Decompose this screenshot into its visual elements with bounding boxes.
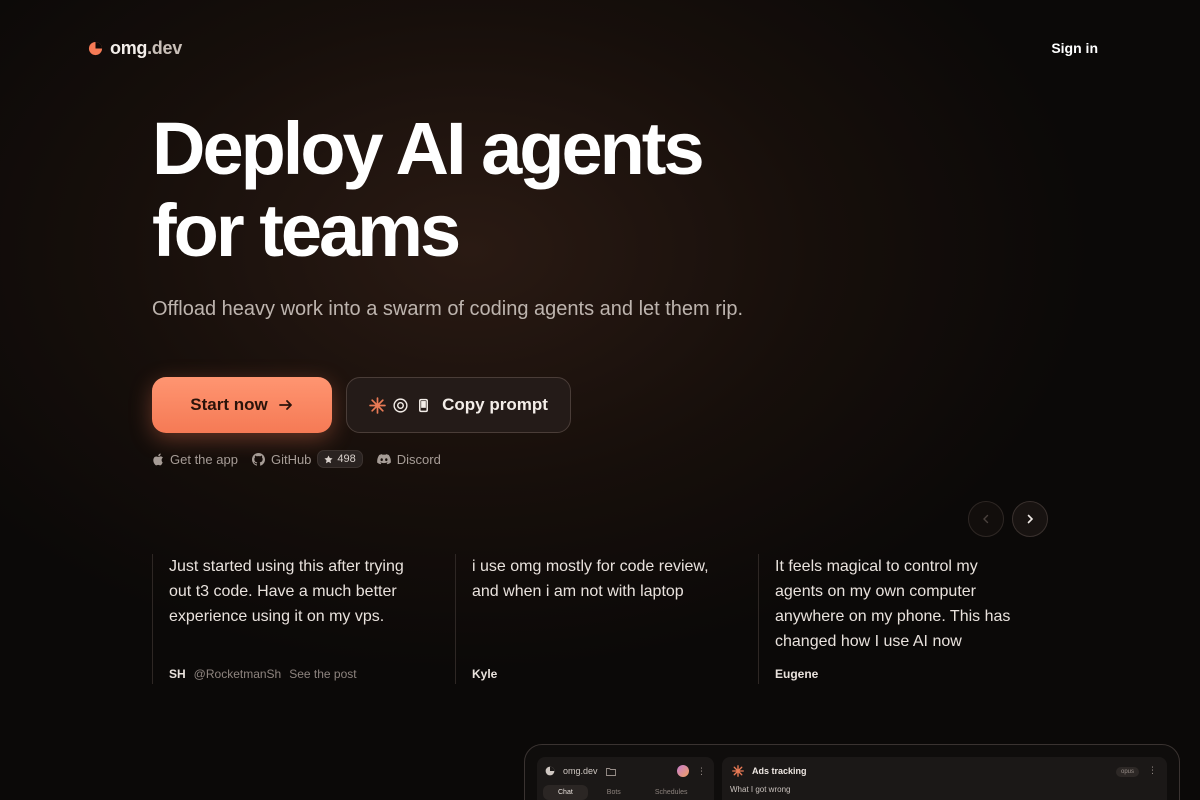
testimonial-card: It feels magical to control my agents on… (758, 554, 1061, 684)
chevron-right-icon (1027, 514, 1034, 524)
author-name: Kyle (472, 667, 498, 681)
testimonial-quote: Just started using this after trying out… (169, 558, 404, 625)
more-icon[interactable]: ⋮ (1148, 765, 1157, 776)
get-app-link[interactable]: Get the app (152, 452, 238, 467)
testimonial-card: i use omg mostly for code review, and wh… (455, 554, 758, 684)
testimonial-quote: It feels magical to control my agents on… (775, 558, 1011, 650)
tab-chat[interactable]: Chat (543, 785, 588, 800)
preview-chat: Ads tracking opus ⋮ What I got wrong (722, 757, 1167, 800)
discord-label: Discord (396, 451, 441, 467)
copy-prompt-button[interactable]: Copy prompt (346, 377, 571, 433)
preview-chat-title: Ads tracking (752, 766, 807, 776)
github-stars-badge: 498 (317, 450, 363, 468)
preview-tabs: Chat Bots Schedules (543, 785, 703, 800)
avatar[interactable] (677, 765, 689, 777)
cursor-icon (419, 398, 429, 412)
carousel-next-button[interactable] (1012, 501, 1048, 537)
author-name: Eugene (775, 667, 819, 681)
claude-icon (369, 396, 386, 414)
testimonials: Just started using this after trying out… (152, 554, 1061, 684)
discord-icon (376, 453, 391, 464)
apple-icon (153, 453, 163, 465)
hero-subtitle: Offload heavy work into a swarm of codin… (152, 298, 744, 320)
tab-bots[interactable]: Bots (592, 785, 636, 800)
folder-icon[interactable] (605, 767, 616, 776)
tab-schedules[interactable]: Schedules (640, 785, 703, 800)
github-link[interactable]: GitHub 498 (251, 450, 363, 468)
preview-app-name: omg.dev (563, 766, 598, 776)
discord-link[interactable]: Discord (376, 451, 441, 467)
testimonial-quote: i use omg mostly for code review, and wh… (472, 558, 709, 600)
more-icon[interactable]: ⋮ (697, 766, 706, 777)
secondary-links: Get the app GitHub 498 Discord (152, 450, 441, 468)
preview-sidebar-header: omg.dev ⋮ (545, 765, 706, 777)
copy-prompt-label: Copy prompt (442, 395, 548, 414)
logo-text-main: omg (110, 37, 148, 58)
hero-title-line2: for teams (152, 189, 461, 272)
testimonial-author: Kyle (472, 667, 497, 681)
preview-message: What I got wrong (730, 785, 791, 794)
author-initials: SH (169, 667, 186, 681)
github-icon (251, 452, 265, 466)
testimonial-author: SH @RocketmanSh See the post (169, 667, 357, 681)
hero-title-line1: Deploy AI agents (152, 107, 705, 190)
openai-icon (393, 397, 408, 413)
logo-icon (545, 766, 555, 776)
github-stars-count: 498 (337, 453, 356, 465)
logo-icon (88, 41, 103, 55)
star-icon (324, 454, 333, 463)
start-now-label: Start now (190, 395, 268, 414)
logo-text-suffix: .dev (147, 37, 182, 58)
claude-icon (732, 765, 744, 777)
top-nav: omg.dev Sign in (88, 36, 1098, 60)
preview-sidebar: omg.dev ⋮ Chat Bots Schedules (537, 757, 714, 800)
carousel-prev-button[interactable] (968, 501, 1004, 537)
see-post-link[interactable]: See the post (289, 667, 356, 681)
author-handle: @RocketmanSh (193, 667, 282, 681)
start-now-button[interactable]: Start now (152, 377, 332, 433)
sign-in-link[interactable]: Sign in (1051, 40, 1098, 56)
app-preview: omg.dev ⋮ Chat Bots Schedules Ads tracki… (524, 744, 1180, 800)
testimonial-author: Eugene (775, 667, 818, 681)
logo-text: omg.dev (110, 38, 182, 59)
preview-chat-header: Ads tracking (732, 765, 1157, 777)
chevron-left-icon (983, 514, 989, 524)
testimonial-card: Just started using this after trying out… (152, 554, 455, 684)
logo[interactable]: omg.dev (88, 38, 182, 59)
hero-title: Deploy AI agents for teams (152, 108, 852, 272)
get-app-label: Get the app (170, 451, 238, 467)
model-badge: opus (1115, 767, 1139, 777)
github-label: GitHub (270, 451, 312, 467)
arrow-right-icon (278, 400, 292, 410)
